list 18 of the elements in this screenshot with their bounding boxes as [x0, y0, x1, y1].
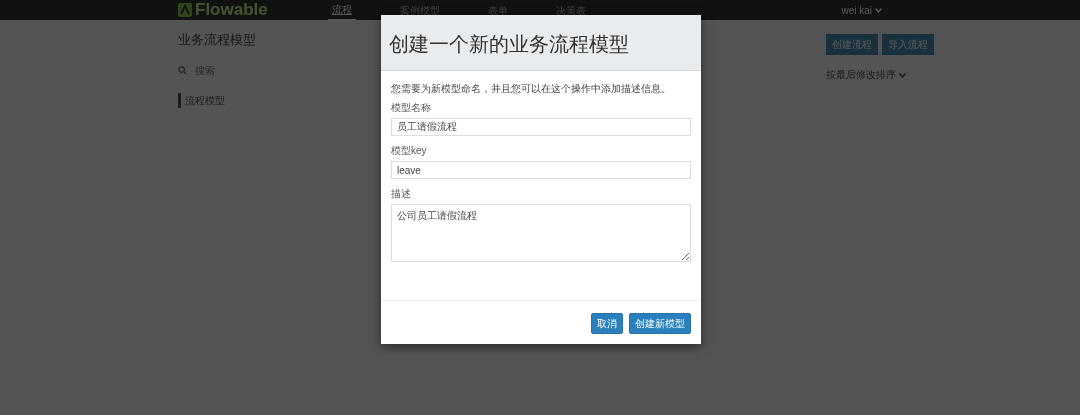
user-name: wei kai [841, 4, 872, 16]
input-field[interactable]: leave [391, 161, 691, 179]
user-menu[interactable]: wei kai [841, 2, 902, 18]
input-field[interactable]: 员工请假流程 [391, 118, 691, 136]
dialog-description: 您需要为新模型命名，并且您可以在这个操作中添加描述信息。 [391, 82, 672, 96]
dialog-button[interactable]: 创建新模型 [629, 312, 691, 334]
page-title: 业务流程模型 [178, 31, 257, 49]
field-label: 描述 [391, 187, 412, 201]
dialog-button[interactable]: 取消 [591, 312, 623, 334]
logo-icon [178, 3, 192, 17]
logo-text: Flowable [195, 0, 268, 22]
dialog-title: 创建一个新的业务流程模型 [381, 15, 701, 71]
textarea-field[interactable]: 公司员工请假流程 [391, 204, 691, 262]
field-label: 模型key [391, 144, 428, 158]
field-label: 模型名称 [391, 101, 432, 115]
chevron-down-icon [875, 8, 882, 14]
chevron-down-icon [899, 72, 906, 78]
search-icon [178, 65, 187, 75]
